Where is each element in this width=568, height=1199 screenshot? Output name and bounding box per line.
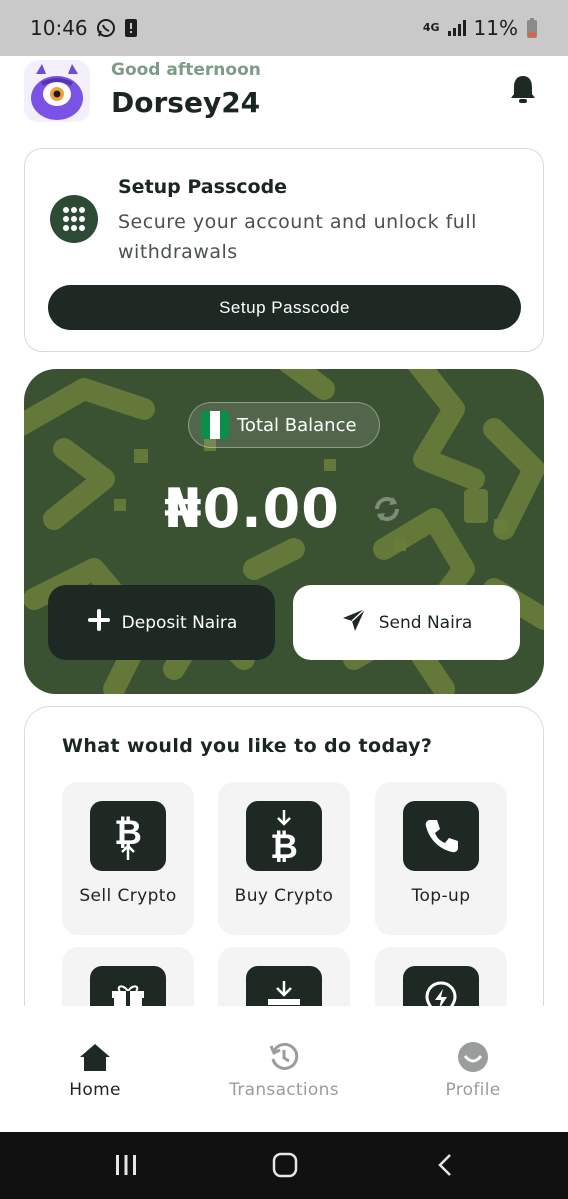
system-navigation-bar bbox=[0, 1132, 568, 1199]
network-type-icon: 4G bbox=[422, 21, 440, 34]
send-plane-icon bbox=[341, 607, 367, 638]
quick-actions-title: What would you like to do today? bbox=[62, 735, 433, 757]
send-naira-label: Send Naira bbox=[378, 612, 473, 633]
total-balance-label: Total Balance bbox=[237, 414, 357, 436]
buy-bitcoin-icon: ₿ bbox=[246, 801, 322, 871]
quick-actions-card: What would you like to do today? ₿ Sell … bbox=[24, 706, 544, 1036]
bell-icon[interactable] bbox=[510, 74, 536, 104]
status-time: 10:46 bbox=[30, 16, 88, 40]
nav-transactions[interactable]: Transactions bbox=[204, 1040, 364, 1100]
deposit-naira-button[interactable]: Deposit Naira bbox=[48, 585, 275, 660]
buy-crypto-label: Buy Crypto bbox=[234, 886, 334, 906]
nigeria-flag-icon bbox=[201, 411, 229, 439]
sell-crypto-tile[interactable]: ₿ Sell Crypto bbox=[62, 782, 194, 935]
svg-text:₿: ₿ bbox=[270, 827, 298, 864]
home-header: Good afternoon Dorsey24 bbox=[24, 60, 544, 124]
username: Dorsey24 bbox=[111, 86, 261, 119]
nav-home-label: Home bbox=[69, 1080, 121, 1100]
buy-crypto-tile[interactable]: ₿ Buy Crypto bbox=[218, 782, 350, 935]
nav-home[interactable]: Home bbox=[15, 1040, 175, 1100]
send-naira-button[interactable]: Send Naira bbox=[293, 585, 520, 660]
total-balance-pill: Total Balance bbox=[188, 402, 380, 448]
setup-passcode-button[interactable]: Setup Passcode bbox=[48, 285, 521, 330]
top-up-label: Top-up bbox=[411, 886, 471, 906]
greeting-text: Good afternoon bbox=[111, 60, 261, 80]
deposit-naira-label: Deposit Naira bbox=[121, 612, 238, 633]
passcode-card-title: Setup Passcode bbox=[118, 176, 288, 198]
phone-icon bbox=[403, 801, 479, 871]
whatsapp-icon bbox=[96, 18, 116, 38]
home-icon bbox=[15, 1040, 175, 1074]
sell-bitcoin-icon: ₿ bbox=[90, 801, 166, 871]
history-icon bbox=[204, 1040, 364, 1074]
notification-alert-icon bbox=[124, 18, 138, 38]
profile-icon bbox=[393, 1040, 553, 1074]
balance-card: Total Balance ₦0.00 Deposit Naira Send N… bbox=[24, 369, 544, 694]
back-icon[interactable] bbox=[428, 1150, 462, 1180]
balance-amount: ₦0.00 bbox=[164, 477, 340, 540]
home-system-icon[interactable] bbox=[268, 1150, 302, 1180]
nav-profile-label: Profile bbox=[445, 1080, 501, 1100]
nav-profile[interactable]: Profile bbox=[393, 1040, 553, 1100]
status-bar: 10:46 4G 11% bbox=[0, 0, 568, 56]
recent-apps-icon[interactable] bbox=[109, 1150, 143, 1180]
battery-percent: 11% bbox=[473, 16, 518, 40]
signal-icon bbox=[447, 20, 466, 36]
keypad-icon bbox=[50, 195, 98, 243]
setup-passcode-card: Setup Passcode Secure your account and u… bbox=[24, 148, 544, 352]
battery-icon bbox=[526, 18, 538, 38]
bottom-navigation: Home Transactions Profile bbox=[0, 1006, 568, 1132]
refresh-icon[interactable] bbox=[371, 493, 403, 525]
passcode-card-description: Secure your account and unlock full with… bbox=[118, 211, 477, 263]
nav-transactions-label: Transactions bbox=[229, 1080, 339, 1100]
plus-icon bbox=[86, 607, 112, 638]
monster-avatar-icon[interactable] bbox=[24, 60, 90, 122]
top-up-tile[interactable]: Top-up bbox=[375, 782, 507, 935]
sell-crypto-label: Sell Crypto bbox=[79, 886, 177, 906]
